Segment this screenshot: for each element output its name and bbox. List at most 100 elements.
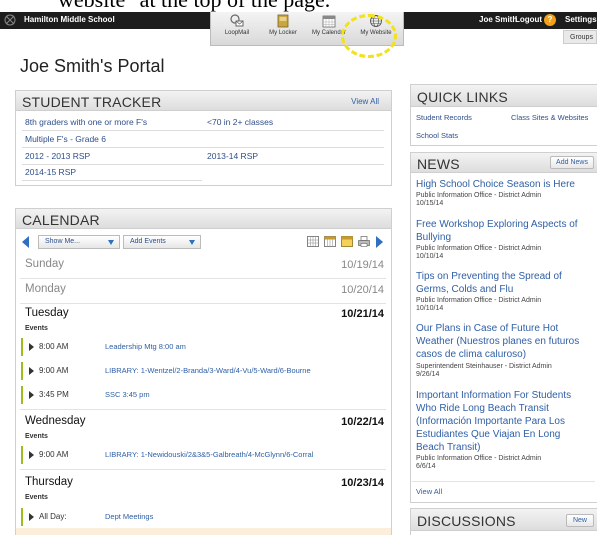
print-icon[interactable] [358,236,370,247]
news-date: 10/10/14 [416,305,444,312]
panel-header: CALENDAR [16,209,391,229]
dropdown-label: Show Me... [45,238,81,245]
expand-triangle-icon[interactable] [29,513,34,521]
help-icon[interactable]: ? [544,14,556,26]
news-headline[interactable]: Important Information For Students Who R… [416,389,591,454]
school-name[interactable]: Hamilton Middle School [24,15,115,24]
new-discussion-button[interactable]: New [566,514,594,527]
quick-link[interactable]: Class Sites & Websites [511,113,588,122]
divider [22,130,384,131]
instruction-caption: website" at the top of the page. [0,0,597,12]
event-time: 9:00 AM [39,366,69,375]
app-loopmail[interactable]: LoopMail [213,14,261,36]
add-events-dropdown[interactable]: Add Events [123,235,201,249]
day-date: 10/21/14 [341,308,384,320]
events-label: Events [25,494,48,501]
app-label: LoopMail [224,30,250,36]
event-title[interactable]: LIBRARY: 1-Newidouski/2&3&5-Galbreath/4-… [105,450,313,459]
day-date: 10/22/14 [341,416,384,428]
divider [22,180,202,181]
expand-triangle-icon[interactable] [29,367,34,375]
events-label: Events [25,325,48,332]
groups-tab[interactable]: Groups [563,30,597,44]
news-headline[interactable]: Free Workshop Exploring Aspects of Bully… [416,218,591,244]
news-headline[interactable]: High School Choice Season is Here [416,178,591,191]
news-author: Public Information Office - District Adm… [416,455,542,462]
panel-title: STUDENT TRACKER [22,94,162,110]
news-date: 6/6/14 [416,463,436,470]
chevron-down-icon [189,240,195,245]
tracker-link[interactable]: 2013-14 RSP [207,151,258,161]
panel-header: STUDENT TRACKER View All [16,91,391,111]
calendar-event[interactable]: 8:00 AM Leadership Mtg 8:00 am [21,338,381,356]
divider [22,164,384,165]
month-view-icon[interactable] [307,236,319,247]
calendar-event[interactable]: All Day: Dept Meetings [21,508,381,526]
locker-icon [277,14,289,28]
calendar-toolbar: Show Me... Add Events [20,234,387,250]
expand-triangle-icon[interactable] [29,391,34,399]
day-view-icon[interactable] [341,236,353,247]
day-date: 10/19/14 [341,259,384,271]
divider [20,469,386,470]
tracker-link[interactable]: 8th graders with one or more F's [25,117,147,127]
highlight-ring [341,14,397,58]
divider [412,481,595,482]
day-date: 10/23/14 [341,477,384,489]
news-view-all-link[interactable]: View All [416,488,591,496]
chevron-down-icon [108,240,114,245]
loopmail-icon [230,14,244,27]
events-label: Events [25,433,48,440]
app-my-locker[interactable]: My Locker [259,14,307,36]
event-time: 3:45 PM [39,390,69,399]
app-label: My Locker [269,30,297,36]
week-view-icon[interactable] [324,236,336,247]
event-title[interactable]: Dept Meetings [105,512,153,521]
event-title[interactable]: Leadership Mtg 8:00 am [105,342,186,351]
tracker-link[interactable]: 2012 - 2013 RSP [25,151,90,161]
calendar-event[interactable]: 9:00 AM LIBRARY: 1-Wentzel/2-Branda/3-Wa… [21,362,381,380]
settings-label: Settings [565,15,597,24]
news-date: 10/10/14 [416,253,444,260]
news-author: Public Information Office - District Adm… [416,192,542,199]
previous-week-arrow-icon[interactable] [22,236,29,248]
tracker-link[interactable]: 2014-15 RSP [25,167,76,177]
calendar-event[interactable]: 3:45 PM SSC 3:45 pm [21,386,381,404]
tracker-link[interactable]: <70 in 2+ classes [207,117,273,127]
news-author: Public Information Office - District Adm… [416,297,542,304]
tracker-link[interactable]: Multiple F's - Grade 6 [25,134,106,144]
school-logo-icon [4,14,16,26]
event-title[interactable]: LIBRARY: 1-Wentzel/2-Branda/3-Ward/4-Vu/… [105,366,311,375]
quick-link[interactable]: Student Records [416,113,472,122]
day-name: Sunday [25,258,65,270]
dropdown-label: Add Events [130,238,166,245]
calendar-icon [322,15,336,28]
panel-title: CALENDAR [22,212,100,228]
quick-link[interactable]: School Stats [416,131,458,140]
day-name: Thursday [25,476,73,488]
event-time: 8:00 AM [39,342,69,351]
show-me-dropdown[interactable]: Show Me... [38,235,120,249]
add-news-button[interactable]: Add News [550,156,594,169]
news-date: 10/15/14 [416,200,444,207]
logout-link[interactable]: Logout [515,15,542,24]
day-date: 10/20/14 [341,284,384,296]
divider [20,303,386,304]
news-author: Public Information Office - District Adm… [416,245,542,252]
expand-triangle-icon[interactable] [29,343,34,351]
day-name: Tuesday [25,307,69,319]
user-name[interactable]: Joe Smith [479,15,517,24]
event-title[interactable]: SSC 3:45 pm [105,390,150,399]
calendar-event[interactable]: 9:00 AM LIBRARY: 1-Newidouski/2&3&5-Galb… [21,446,381,464]
news-headline[interactable]: Our Plans in Case of Future Hot Weather … [416,322,591,361]
day-name: Monday [25,283,66,295]
news-headline[interactable]: Tips on Preventing the Spread of Germs, … [416,270,591,296]
panel-header: QUICK LINKS [411,85,597,107]
view-all-link[interactable]: View All [351,97,379,106]
page-title: Joe Smith's Portal [20,56,165,76]
settings-link[interactable]: Settings ✚ [565,15,597,24]
divider [22,147,384,148]
panel-title: DISCUSSIONS [417,513,516,529]
expand-triangle-icon[interactable] [29,451,34,459]
next-week-arrow-icon[interactable] [376,236,383,248]
